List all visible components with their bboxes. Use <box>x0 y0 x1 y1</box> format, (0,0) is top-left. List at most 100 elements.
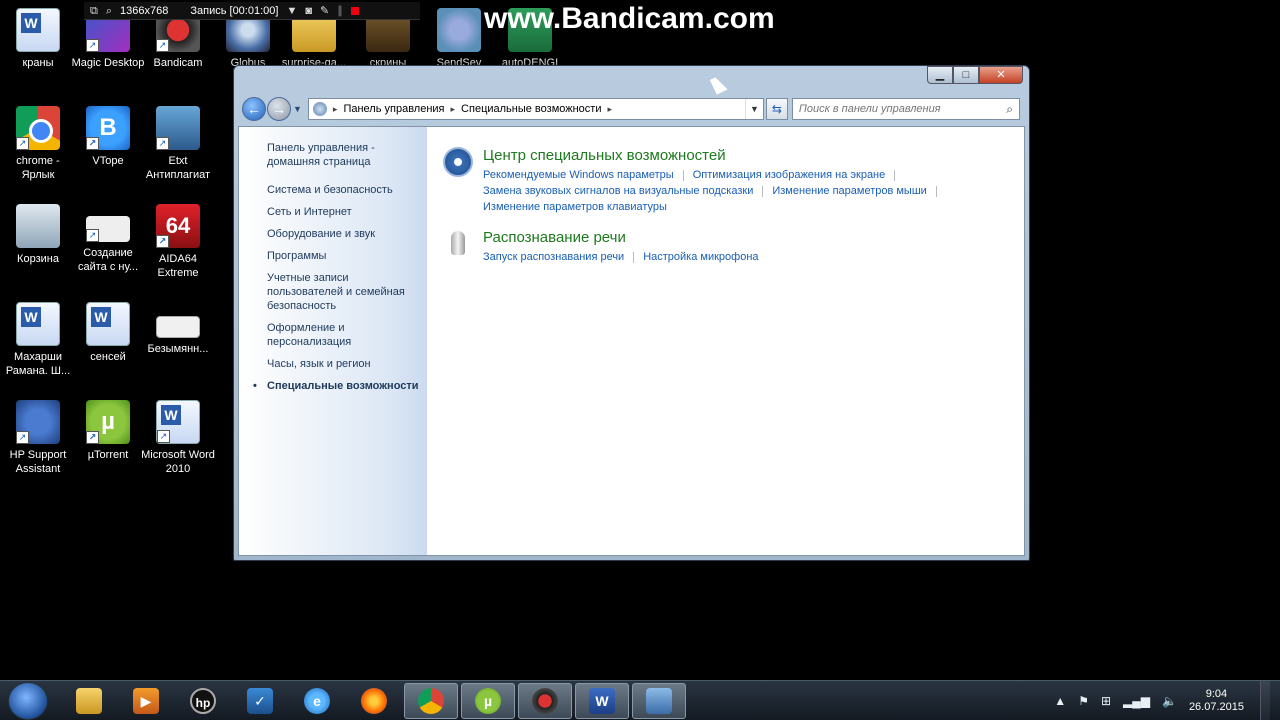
taskbar-hp[interactable]: hp <box>176 683 230 719</box>
link-mouse-settings[interactable]: Изменение параметров мыши <box>772 185 926 197</box>
etxt-icon: ↗ <box>156 106 200 150</box>
desktop-icon-recycle-bin[interactable]: Корзина <box>0 204 76 266</box>
breadcrumb-chevron-icon[interactable]: ▸ <box>451 104 456 115</box>
taskbar: ▶ hp ✓ e µ W ▲ ⚑ ⊞ ▂▄▆ 🔈 9:04 26.07.2015 <box>0 680 1280 720</box>
hp-icon: hp <box>190 687 216 714</box>
breadcrumb-chevron-icon[interactable]: ▸ <box>607 104 612 115</box>
category-links: Запуск распознавания речи Настройка микро… <box>483 249 759 265</box>
history-dropdown-icon[interactable]: ▼ <box>293 104 302 114</box>
sendsev-icon <box>437 8 481 52</box>
volume-icon[interactable]: 🔈 <box>1162 694 1177 708</box>
taskbar-utorrent[interactable]: µ <box>461 682 515 719</box>
taskbar-control-panel[interactable] <box>632 682 686 719</box>
ease-of-access-icon[interactable] <box>443 147 473 177</box>
desktop-icon-maharshi[interactable]: Махарши Рамана. Ш... <box>0 302 76 378</box>
pencil-icon[interactable]: ✎ <box>320 2 329 20</box>
stop-record-icon[interactable] <box>350 6 359 15</box>
maximize-button[interactable]: □ <box>953 66 979 84</box>
desktop-icon-label: Microsoft Word 2010 <box>141 449 215 475</box>
nav-appearance[interactable]: Оформление и персонализация <box>267 321 427 349</box>
breadcrumb-control-panel[interactable]: Панель управления <box>343 103 444 115</box>
link-start-speech-recognition[interactable]: Запуск распознавания речи <box>483 251 624 263</box>
desktop-icon-utorrent[interactable]: µ ↗ µTorrent <box>70 400 146 462</box>
taskbar-explorer[interactable] <box>62 683 116 719</box>
flag-icon[interactable]: ⚑ <box>1078 694 1089 708</box>
caption-buttons: ▁ □ ✕ <box>927 66 1023 84</box>
desktop-icon-label: Создание сайта с ну... <box>77 247 139 273</box>
category-links: Рекомендуемые Windows параметры Оптимизац… <box>483 167 946 215</box>
start-button[interactable] <box>8 681 48 720</box>
address-dropdown-icon[interactable]: ▼ <box>744 99 763 119</box>
pause-icon[interactable]: ∥ <box>337 2 343 20</box>
nav-programs[interactable]: Программы <box>267 249 427 263</box>
link-keyboard-settings[interactable]: Изменение параметров клавиатуры <box>483 201 667 213</box>
taskbar-firefox[interactable] <box>347 683 401 719</box>
address-bar[interactable]: ▸ Панель управления ▸ Специальные возмож… <box>307 98 764 120</box>
desktop-icon-etxt[interactable]: ↗ Etxt Антиплагиат <box>140 106 216 182</box>
search-input[interactable] <box>798 103 1007 115</box>
breadcrumb-chevron-icon[interactable]: ▸ <box>333 104 338 115</box>
desktop-icon-hp-support[interactable]: ↗ HP Support Assistant <box>0 400 76 476</box>
desktop-icon-word-2010[interactable]: ↗ Microsoft Word 2010 <box>140 400 216 476</box>
minimize-button[interactable]: ▁ <box>927 66 953 84</box>
link-replace-sounds[interactable]: Замена звуковых сигналов на визуальные п… <box>483 185 753 197</box>
nav-hardware-sound[interactable]: Оборудование и звук <box>267 227 427 241</box>
taskbar-chrome[interactable] <box>404 682 458 719</box>
category-title-speech-recognition[interactable]: Распознавание речи <box>483 229 759 247</box>
desktop-icon-label: Magic Desktop <box>71 57 145 69</box>
taskbar-internet-explorer[interactable]: e <box>290 683 344 719</box>
show-hidden-icons-icon[interactable]: ▲ <box>1054 694 1066 708</box>
word-doc-icon <box>16 8 60 52</box>
taskbar-word[interactable]: W <box>575 682 629 719</box>
back-button[interactable]: ← <box>242 97 266 121</box>
window-mode-icon[interactable]: ⧉ <box>90 2 98 20</box>
forward-button[interactable]: → <box>267 97 291 121</box>
desktop: краны ↗ Magic Desktop ↗ Bandicam Globus … <box>0 0 1280 720</box>
link-recommended-settings[interactable]: Рекомендуемые Windows параметры <box>483 169 674 181</box>
desktop-icon-vtope[interactable]: B ↗ VTope <box>70 106 146 168</box>
word-doc-icon <box>16 302 60 346</box>
search-icon[interactable]: ⌕ <box>1006 102 1013 117</box>
taskbar-checklist[interactable]: ✓ <box>233 683 287 719</box>
nav-network-internet[interactable]: Сеть и Интернет <box>267 205 427 219</box>
desktop-icon-aida64[interactable]: 64 ↗ AIDA64 Extreme <box>140 204 216 280</box>
close-button[interactable]: ✕ <box>979 66 1023 84</box>
nav-clock-language[interactable]: Часы, язык и регион <box>267 357 427 371</box>
link-setup-microphone[interactable]: Настройка микрофона <box>643 251 758 263</box>
word-icon: ↗ <box>156 400 200 444</box>
desktop-icon-sensei[interactable]: сенсей <box>70 302 146 364</box>
desktop-icon-chrome[interactable]: ↗ chrome - Ярлык <box>0 106 76 182</box>
search-box[interactable]: ⌕ <box>791 98 1020 120</box>
link-separator <box>762 185 764 197</box>
folder-icon <box>76 687 102 714</box>
desktop-icon-label: Безымянн... <box>147 343 209 355</box>
clock[interactable]: 9:04 26.07.2015 <box>1189 688 1244 714</box>
show-desktop-button[interactable] <box>1260 680 1270 720</box>
recorder-watermark: www.Bandicam.com <box>484 2 775 35</box>
aida64-icon: 64 ↗ <box>156 204 200 248</box>
desktop-icon-site[interactable]: ↗ Создание сайта с ну... <box>70 204 146 274</box>
taskbar-media-player[interactable]: ▶ <box>119 683 173 719</box>
media-player-icon: ▶ <box>133 687 159 714</box>
internet-explorer-icon: e <box>304 687 330 714</box>
desktop-icon-kraniy[interactable]: краны <box>0 8 76 70</box>
refresh-button[interactable]: ⇆ <box>765 98 788 120</box>
category-speech-recognition: Распознавание речи Запуск распознавания … <box>443 229 1008 265</box>
camera-icon[interactable]: ◙ <box>305 2 312 20</box>
taskbar-bandicam[interactable] <box>518 682 572 719</box>
link-separator <box>682 169 684 181</box>
nav-system-security[interactable]: Система и безопасность <box>267 183 427 197</box>
breadcrumb-accessibility[interactable]: Специальные возможности <box>461 103 601 115</box>
nav-user-accounts[interactable]: Учетные записи пользователей и семейная … <box>267 271 427 313</box>
desktop-icon-label: µTorrent <box>87 449 129 461</box>
desktop-icon-untitled[interactable]: Безымянн... <box>140 302 216 356</box>
nav-accessibility-current[interactable]: Специальные возможности <box>253 379 427 393</box>
link-optimize-display[interactable]: Оптимизация изображения на экране <box>693 169 886 181</box>
nav-control-panel-home[interactable]: Панель управления - домашняя страница <box>267 141 427 169</box>
category-title-ease-of-access[interactable]: Центр специальных возможностей <box>483 147 946 165</box>
dropdown-icon[interactable]: ▼ <box>286 2 297 20</box>
zoom-icon[interactable]: ⌕ <box>106 2 112 20</box>
network-icon[interactable]: ▂▄▆ <box>1123 694 1150 708</box>
windows-icon[interactable]: ⊞ <box>1101 694 1111 708</box>
microphone-icon[interactable] <box>451 231 465 255</box>
